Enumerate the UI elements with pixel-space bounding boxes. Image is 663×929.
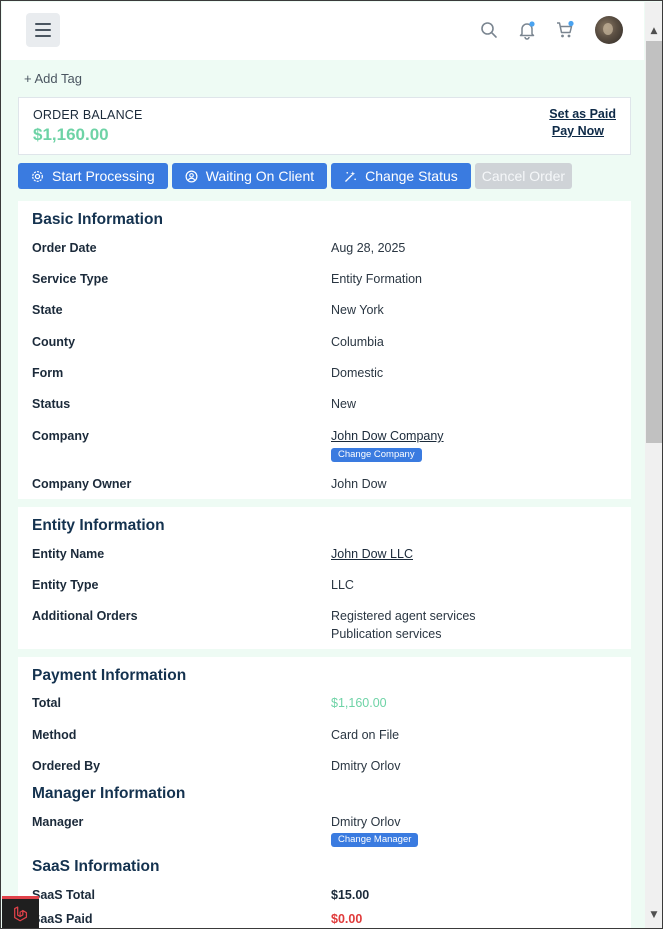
service-type-label: Service Type — [32, 272, 109, 286]
set-as-paid-link[interactable]: Set as Paid — [549, 107, 616, 121]
basic-information-title: Basic Information — [32, 211, 163, 228]
status-label: Status — [32, 397, 71, 411]
manager-label: Manager — [32, 815, 84, 829]
company-label: Company — [32, 429, 89, 443]
order-balance-card: ORDER BALANCE $1,160.00 Set as Paid Pay … — [18, 97, 631, 155]
change-manager-button[interactable]: Change Manager — [331, 833, 419, 847]
cancel-order-label: Cancel Order — [481, 168, 566, 184]
additional-orders-label: Additional Orders — [32, 609, 138, 623]
total-value: $1,160.00 — [331, 696, 387, 710]
company-link[interactable]: John Dow Company — [331, 429, 444, 443]
start-processing-label: Start Processing — [52, 168, 155, 184]
search-icon[interactable] — [479, 20, 499, 40]
payment-information-title: Payment Information — [32, 667, 187, 684]
debugbar-logo-icon[interactable] — [2, 896, 39, 928]
additional-order-item: Publication services — [331, 627, 442, 641]
scrollbar-thumb[interactable] — [646, 41, 662, 443]
balance-value: $1,160.00 — [33, 125, 109, 144]
scroll-up-arrow-icon[interactable]: ▲ — [649, 26, 659, 36]
user-circle-icon — [185, 170, 198, 182]
form-label: Form — [32, 366, 64, 380]
pay-now-link[interactable]: Pay Now — [552, 124, 604, 138]
service-type-value: Entity Formation — [331, 272, 423, 286]
main-content: + Add Tag ORDER BALANCE $1,160.00 Set as… — [2, 60, 644, 928]
entity-type-label: Entity Type — [32, 578, 99, 592]
form-value: Domestic — [331, 366, 384, 380]
ordered-by-value: Dmitry Orlov — [331, 759, 401, 773]
method-value: Card on File — [331, 728, 400, 742]
state-label: State — [32, 303, 63, 317]
company-owner-value: John Dow — [331, 477, 387, 491]
balance-label: ORDER BALANCE — [33, 108, 143, 122]
add-tag-link[interactable]: + Add Tag — [24, 71, 82, 86]
menu-icon[interactable] — [26, 13, 60, 47]
method-label: Method — [32, 728, 77, 742]
order-date-value: Aug 28, 2025 — [331, 241, 406, 255]
change-company-button[interactable]: Change Company — [331, 448, 422, 462]
start-processing-button[interactable]: Start Processing — [18, 163, 168, 189]
manager-information-title: Manager Information — [32, 785, 186, 802]
entity-name-label: Entity Name — [32, 547, 105, 561]
additional-order-item: Registered agent services — [331, 609, 476, 623]
magic-wand-icon — [345, 170, 357, 182]
ordered-by-label: Ordered By — [32, 759, 101, 773]
waiting-on-client-label: Waiting On Client — [205, 168, 315, 184]
entity-information-card: Entity Information Entity Name John Dow … — [18, 507, 631, 649]
saas-paid-value: $0.00 — [331, 912, 363, 926]
bell-icon[interactable] — [517, 20, 537, 40]
cart-icon[interactable] — [555, 20, 575, 40]
saas-paid-label: SaaS Paid — [32, 912, 93, 926]
saas-total-value: $15.00 — [331, 888, 370, 902]
waiting-on-client-button[interactable]: Waiting On Client — [171, 163, 328, 189]
cancel-order-button[interactable]: Cancel Order — [474, 163, 573, 189]
company-owner-label: Company Owner — [32, 477, 132, 491]
entity-name-link[interactable]: John Dow LLC — [331, 547, 413, 561]
change-status-label: Change Status — [365, 168, 458, 184]
entity-type-value: LLC — [331, 578, 354, 592]
saas-total-label: SaaS Total — [32, 888, 95, 902]
scroll-down-arrow-icon[interactable]: ▼ — [649, 910, 659, 920]
order-actions: Start Processing Waiting On Client Chang… — [18, 163, 573, 189]
state-value: New York — [331, 303, 384, 317]
saas-information-title: SaaS Information — [32, 858, 160, 875]
app-window: + Add Tag ORDER BALANCE $1,160.00 Set as… — [0, 0, 663, 929]
avatar[interactable] — [595, 16, 623, 44]
manager-value: Dmitry Orlov — [331, 815, 401, 829]
basic-information-card: Basic Information Order Date Aug 28, 202… — [18, 201, 631, 499]
change-status-button[interactable]: Change Status — [331, 163, 471, 189]
order-date-label: Order Date — [32, 241, 97, 255]
top-bar — [2, 2, 644, 60]
county-value: Columbia — [331, 335, 384, 349]
gear-icon — [32, 170, 43, 182]
entity-information-title: Entity Information — [32, 517, 165, 534]
payment-information-card: Payment Information Total $1,160.00 Meth… — [18, 657, 631, 928]
status-value: New — [331, 397, 357, 411]
county-label: County — [32, 335, 76, 349]
total-label: Total — [32, 696, 61, 710]
